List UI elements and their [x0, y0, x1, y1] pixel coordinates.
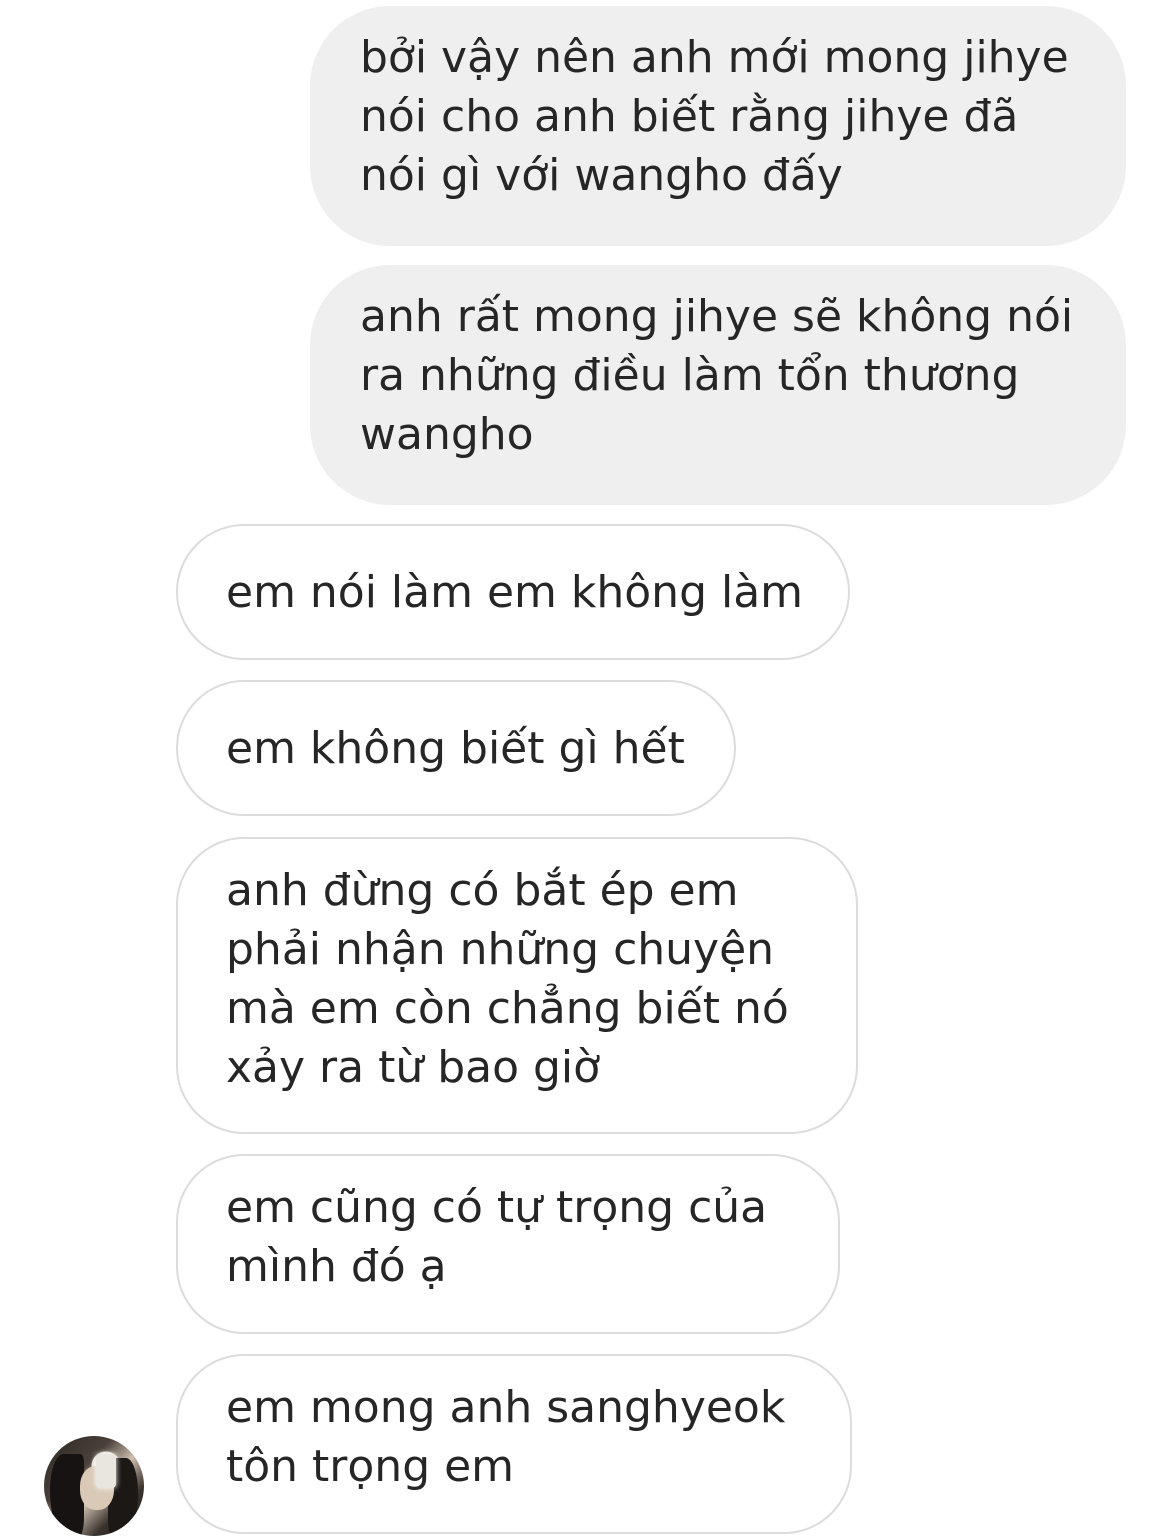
- avatar-hair-left: [50, 1454, 84, 1536]
- sent-message-bubble[interactable]: anh rất mong jihye sẽ không nói ra những…: [310, 265, 1126, 505]
- avatar-phone: [96, 1454, 116, 1488]
- sent-message-bubble[interactable]: bởi vậy nên anh mới mong jihye nói cho a…: [310, 6, 1126, 246]
- received-message-bubble[interactable]: em không biết gì hết: [176, 680, 736, 816]
- received-message-bubble[interactable]: em nói làm em không làm: [176, 524, 850, 660]
- sender-avatar[interactable]: [44, 1436, 144, 1536]
- received-message-bubble[interactable]: anh đừng có bắt ép em phải nhận những ch…: [176, 837, 858, 1134]
- received-message-bubble[interactable]: em cũng có tự trọng của mình đó ạ: [176, 1154, 840, 1334]
- received-message-bubble[interactable]: em mong anh sanghyeok tôn trọng em: [176, 1354, 852, 1534]
